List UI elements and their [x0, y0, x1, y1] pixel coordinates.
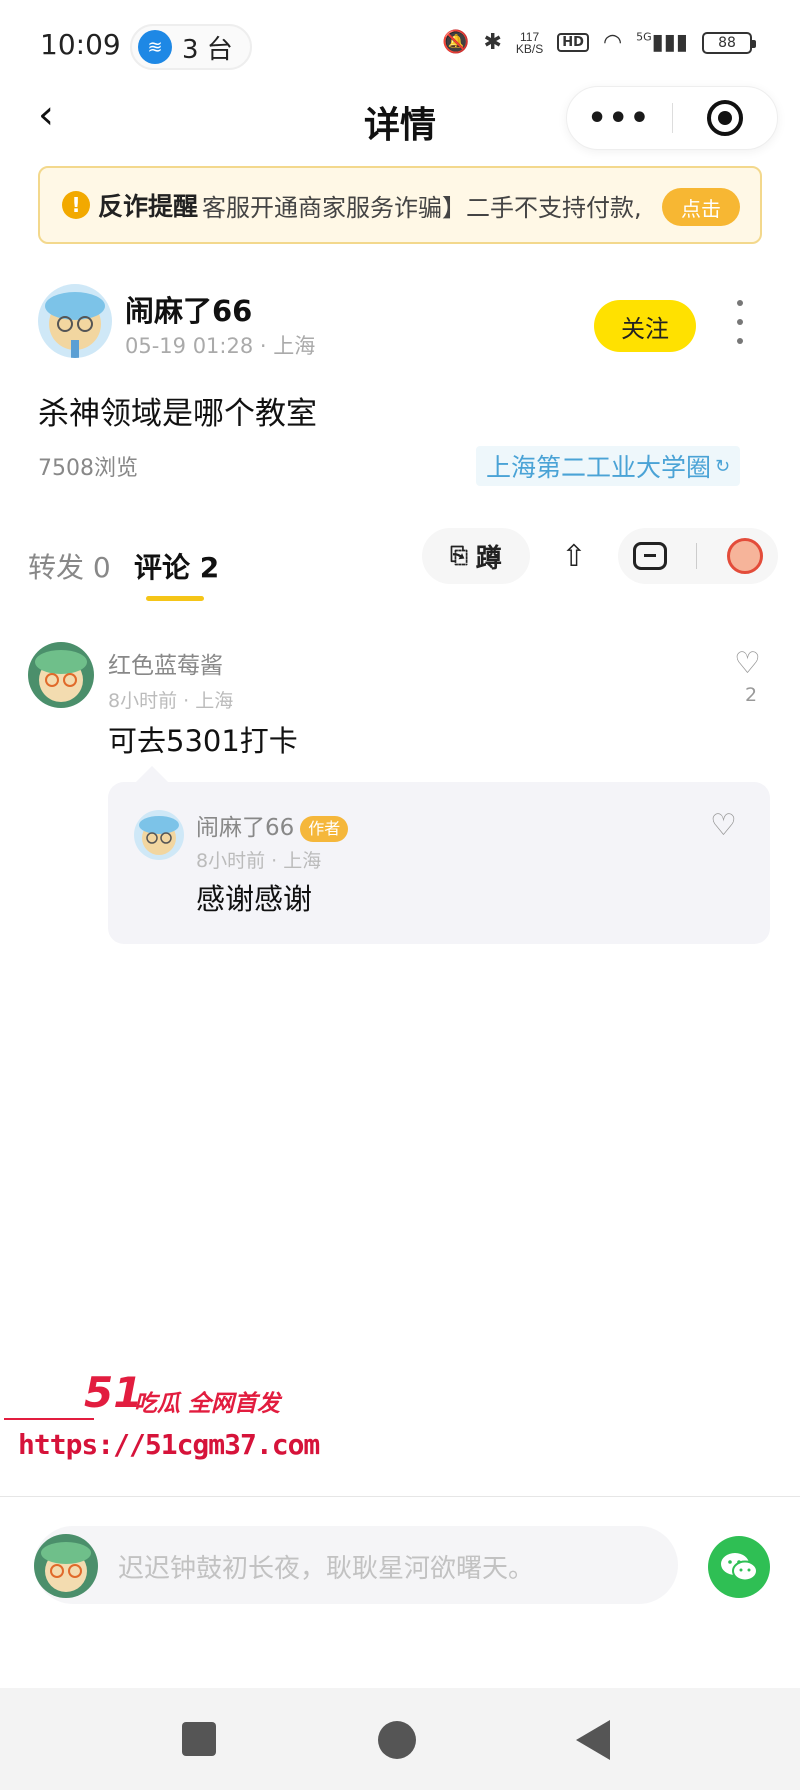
- post-meta: 05-19 01:28 · 上海: [125, 334, 316, 358]
- reaction-group: [618, 528, 778, 584]
- tab-comment[interactable]: 评论 2: [134, 546, 219, 586]
- signal-icon: 5G▮▮▮: [636, 30, 688, 55]
- wifi-share-icon: ≋: [138, 30, 172, 64]
- more-icon[interactable]: •••: [567, 101, 672, 136]
- circle-name: 上海第二工业大学圈: [486, 453, 712, 482]
- bookmark-icon: ⎘: [450, 543, 468, 569]
- reply-avatar[interactable]: [134, 810, 184, 860]
- follow-button[interactable]: 关注: [594, 300, 696, 352]
- signal-label: 5G: [636, 30, 652, 44]
- reply-text[interactable]: 感谢感谢: [196, 876, 312, 918]
- watermark-line: [4, 1418, 94, 1420]
- status-icons: 🔕 ✱ 117 KB/S HD ◠ 5G▮▮▮ 88: [442, 30, 756, 55]
- reply-heart-icon[interactable]: ♡: [710, 808, 737, 843]
- commenter-avatar[interactable]: [28, 642, 94, 708]
- net-speed: 117 KB/S: [516, 31, 543, 55]
- author-name[interactable]: 闹麻了66: [125, 288, 252, 330]
- input-placeholder: 迟迟钟鼓初长夜，耿耿星河欲曙天。: [118, 1554, 535, 1584]
- tab-forward[interactable]: 转发 0: [28, 546, 111, 586]
- watermark-tag: 吃瓜 全网首发: [134, 1391, 281, 1417]
- reply-author-line: 闹麻了66 作者: [196, 808, 349, 842]
- close-mini-program-button[interactable]: [672, 100, 777, 136]
- post-content: 杀神领域是哪个教室: [38, 396, 317, 432]
- wifi-icon: ◠: [602, 30, 623, 55]
- warning-icon: !: [62, 191, 90, 219]
- tab-active-indicator: [146, 596, 204, 601]
- device-count: 3 台: [182, 34, 233, 65]
- reply-author[interactable]: 闹麻了66: [196, 815, 294, 841]
- alert-click-button[interactable]: 点击: [662, 188, 740, 226]
- fraud-alert-banner: ! 反诈提醒 客服开通商家服务诈骗】二手不支持付款, 点击: [38, 166, 762, 244]
- post-more-icon[interactable]: [730, 300, 750, 344]
- comment-author[interactable]: 红色蓝莓酱: [108, 646, 223, 680]
- watermark-url: https://51cgm37.com: [18, 1428, 320, 1461]
- status-time: 10:09: [40, 28, 121, 61]
- comment-meta: 8小时前 · 上海: [108, 690, 234, 712]
- like-avatar-icon[interactable]: [727, 538, 764, 574]
- mute-icon: 🔕: [442, 30, 470, 55]
- system-back-icon[interactable]: [576, 1720, 610, 1760]
- dun-button[interactable]: ⎘ 蹲: [422, 528, 530, 584]
- my-avatar: [34, 1534, 98, 1598]
- comment-like-count: 2: [744, 684, 758, 706]
- comment-icon[interactable]: [632, 542, 667, 570]
- alert-title: 反诈提醒: [98, 192, 199, 221]
- bottom-divider: [0, 1496, 800, 1497]
- view-count: 7508浏览: [38, 456, 138, 481]
- author-avatar[interactable]: [38, 284, 112, 358]
- bluetooth-icon: ✱: [483, 30, 502, 55]
- author-badge: 作者: [300, 815, 349, 842]
- reply-meta: 8小时前 · 上海: [196, 850, 322, 872]
- wechat-icon: [721, 1553, 758, 1582]
- home-icon[interactable]: [378, 1721, 416, 1759]
- share-up-icon[interactable]: ⇧: [546, 528, 602, 584]
- dun-label: 蹲: [475, 543, 502, 574]
- recents-icon[interactable]: [182, 1722, 216, 1756]
- hd-icon: HD: [557, 33, 589, 52]
- comment-text[interactable]: 可去5301打卡: [108, 718, 298, 760]
- target-icon: [706, 100, 743, 136]
- reaction-divider: [696, 543, 698, 569]
- device-pill[interactable]: ≋ 3 台: [130, 24, 252, 70]
- heart-icon[interactable]: ♡: [734, 646, 761, 681]
- wechat-share-button[interactable]: [708, 1536, 770, 1598]
- refresh-icon: ↻: [715, 455, 731, 477]
- mini-program-capsule: •••: [566, 86, 778, 150]
- battery-icon: 88: [702, 31, 756, 54]
- circle-tag[interactable]: 上海第二工业大学圈 ↻: [476, 446, 741, 486]
- net-speed-unit: KB/S: [515, 41, 544, 56]
- alert-text: 客服开通商家服务诈骗】二手不支持付款,: [202, 193, 642, 222]
